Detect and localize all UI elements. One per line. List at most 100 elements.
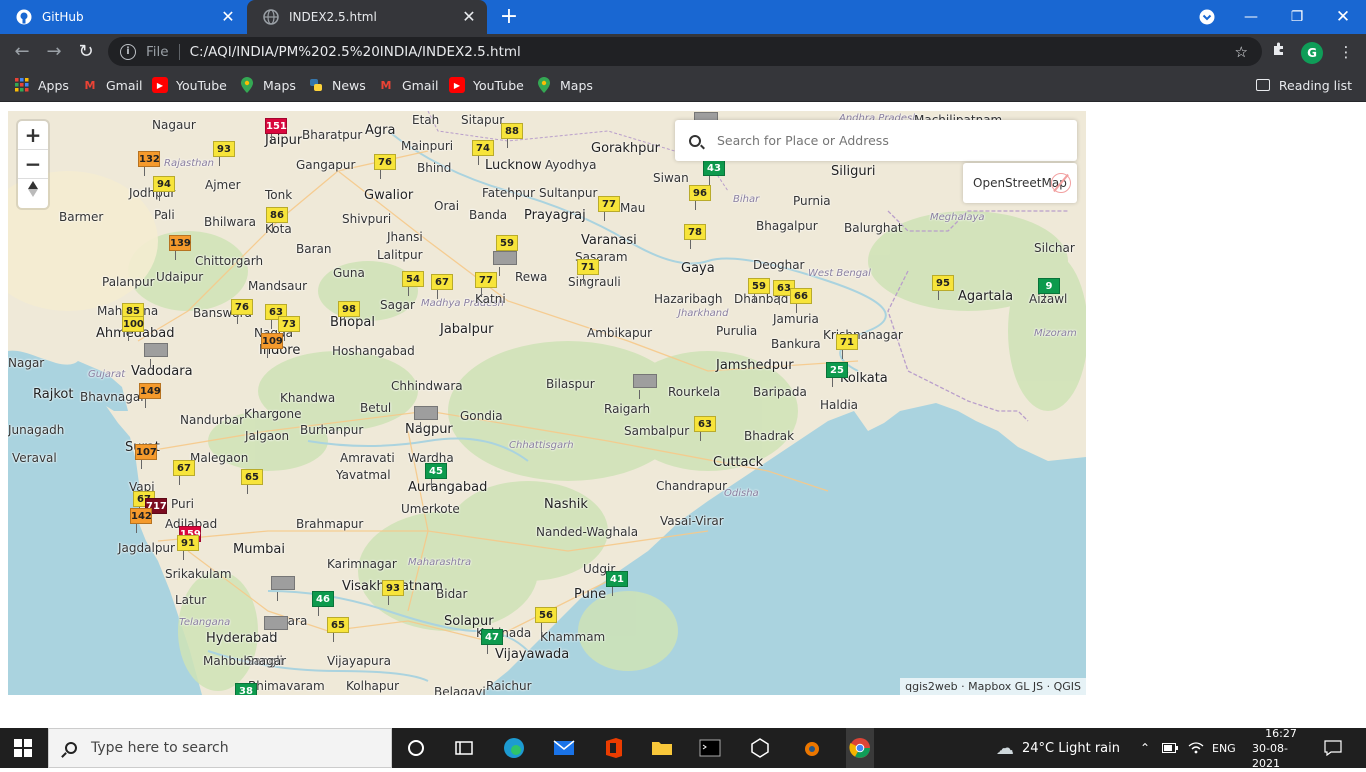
- aqi-marker-no-data[interactable]: [271, 576, 295, 601]
- aqi-marker[interactable]: 107: [135, 444, 157, 469]
- blender-icon[interactable]: [798, 736, 822, 760]
- bookmark-star-icon[interactable]: ☆: [1235, 43, 1248, 61]
- aqi-marker-no-data[interactable]: [144, 343, 168, 368]
- tab-search-button[interactable]: [1184, 0, 1230, 34]
- aqi-marker[interactable]: 139: [169, 235, 191, 260]
- aqi-marker[interactable]: 88: [501, 123, 523, 148]
- clock[interactable]: 16:27 30-08-2021: [1252, 727, 1310, 770]
- wifi-icon[interactable]: [1188, 728, 1204, 768]
- aqi-marker[interactable]: 71: [836, 334, 858, 359]
- aqi-marker[interactable]: 151: [265, 118, 287, 143]
- aqi-marker[interactable]: 46: [312, 591, 334, 616]
- tab-github[interactable]: GitHub ✕: [0, 0, 246, 34]
- aqi-marker[interactable]: 93: [213, 141, 235, 166]
- taskbar-search[interactable]: Type here to search: [48, 728, 392, 768]
- aqi-marker[interactable]: 59: [748, 278, 770, 303]
- reload-button[interactable]: ↻: [73, 39, 99, 65]
- visibility-off-icon[interactable]: [1051, 173, 1071, 193]
- info-icon[interactable]: i: [120, 43, 136, 60]
- hidden-icons-chevron-up-icon[interactable]: ⌃: [1140, 728, 1150, 768]
- aqi-marker[interactable]: 59: [496, 235, 518, 260]
- aqi-marker[interactable]: 67: [173, 460, 195, 485]
- tab-index[interactable]: INDEX2.5.html ✕: [247, 0, 487, 34]
- address-bar[interactable]: i File C:/AQI/INDIA/PM%202.5%20INDIA/IND…: [108, 37, 1262, 66]
- menu-kebab-icon[interactable]: ⋮: [1333, 39, 1359, 65]
- task-view-icon[interactable]: [452, 736, 476, 760]
- aqi-marker[interactable]: 54: [402, 271, 424, 296]
- profile-avatar[interactable]: G: [1301, 42, 1323, 64]
- bookmark-apps[interactable]: Apps: [14, 75, 69, 95]
- aqi-marker[interactable]: 47: [481, 629, 503, 654]
- aqi-marker[interactable]: 76: [374, 154, 396, 179]
- edge-icon[interactable]: [502, 736, 526, 760]
- aqi-marker[interactable]: 43: [703, 160, 725, 185]
- aqi-marker[interactable]: 93: [382, 580, 404, 605]
- bookmark-maps[interactable]: Maps: [239, 75, 296, 95]
- aqi-marker[interactable]: 77: [475, 272, 497, 297]
- chrome-taskbar-icon[interactable]: [846, 728, 874, 768]
- aqi-marker[interactable]: 96: [689, 185, 711, 210]
- aqi-marker[interactable]: 142: [130, 508, 152, 533]
- cortana-icon[interactable]: [404, 736, 428, 760]
- close-tab-icon[interactable]: ✕: [218, 7, 238, 27]
- extensions-icon[interactable]: [1266, 39, 1292, 65]
- aqi-marker[interactable]: 65: [241, 469, 263, 494]
- aqi-marker[interactable]: 63: [694, 416, 716, 441]
- file-explorer-icon[interactable]: [650, 736, 674, 760]
- aqi-marker[interactable]: 78: [684, 224, 706, 249]
- aqi-marker[interactable]: 56: [535, 607, 557, 632]
- aqi-marker[interactable]: 149: [139, 383, 161, 408]
- bookmark-youtube[interactable]: ▶ YouTube: [152, 75, 227, 95]
- place-search-input[interactable]: [717, 133, 1047, 148]
- aqi-marker[interactable]: 73: [278, 316, 300, 341]
- layer-switcher[interactable]: OpenStreetMap: [963, 163, 1077, 203]
- aqi-marker[interactable]: 66: [790, 288, 812, 313]
- zoom-out-button[interactable]: −: [18, 150, 48, 179]
- aqi-marker[interactable]: 74: [472, 140, 494, 165]
- aqi-marker[interactable]: 100: [122, 316, 144, 341]
- office-icon[interactable]: [602, 736, 626, 760]
- aqi-marker[interactable]: 86: [266, 207, 288, 232]
- terminal-icon[interactable]: [698, 736, 722, 760]
- aqi-marker[interactable]: 77: [598, 196, 620, 221]
- aqi-marker[interactable]: 94: [153, 176, 175, 201]
- aqi-map[interactable]: Nagaur Jaipur Bharatpur Agra Etah Mainpuri Sit…: [8, 111, 1086, 695]
- aqi-marker[interactable]: 95: [932, 275, 954, 300]
- aqi-marker[interactable]: 65: [327, 617, 349, 642]
- weather-widget[interactable]: ☁ 24°C Light rain: [996, 728, 1120, 768]
- aqi-marker[interactable]: 132: [138, 151, 160, 176]
- reading-list-button[interactable]: Reading list: [1255, 75, 1352, 95]
- aqi-marker[interactable]: 98: [338, 301, 360, 326]
- unity-icon[interactable]: [748, 736, 772, 760]
- aqi-marker[interactable]: 25: [826, 362, 848, 387]
- bookmark-gmail[interactable]: M Gmail: [82, 75, 143, 95]
- compass-reset-button[interactable]: [18, 179, 48, 208]
- aqi-marker-no-data[interactable]: [633, 374, 657, 399]
- bookmark-youtube[interactable]: ▶ YouTube: [449, 75, 524, 95]
- aqi-marker[interactable]: 91: [177, 535, 199, 560]
- battery-icon[interactable]: [1162, 728, 1178, 768]
- aqi-marker-no-data[interactable]: [493, 251, 517, 276]
- mail-icon[interactable]: [552, 736, 576, 760]
- bookmark-news[interactable]: News: [308, 75, 366, 95]
- url-text[interactable]: C:/AQI/INDIA/PM%202.5%20INDIA/INDEX2.5.h…: [190, 44, 521, 60]
- aqi-marker[interactable]: 41: [606, 571, 628, 596]
- forward-button[interactable]: →: [41, 39, 67, 65]
- aqi-marker[interactable]: 45: [425, 463, 447, 488]
- close-tab-icon[interactable]: ✕: [459, 7, 479, 27]
- bookmark-gmail[interactable]: M Gmail: [378, 75, 439, 95]
- aqi-marker[interactable]: 67: [431, 274, 453, 299]
- restore-button[interactable]: ❐: [1274, 0, 1320, 34]
- zoom-in-button[interactable]: +: [18, 121, 48, 150]
- language-indicator[interactable]: ENG: [1212, 728, 1236, 768]
- aqi-marker-no-data[interactable]: [414, 406, 438, 431]
- close-window-button[interactable]: ✕: [1320, 0, 1366, 34]
- notifications-icon[interactable]: [1324, 728, 1342, 768]
- back-button[interactable]: ←: [9, 39, 35, 65]
- aqi-marker[interactable]: 38: [235, 683, 257, 695]
- minimize-button[interactable]: —: [1228, 0, 1274, 34]
- aqi-marker[interactable]: 109: [261, 333, 283, 358]
- new-tab-button[interactable]: +: [498, 6, 520, 28]
- windows-start-icon[interactable]: [14, 739, 32, 757]
- aqi-marker-no-data[interactable]: [264, 616, 288, 641]
